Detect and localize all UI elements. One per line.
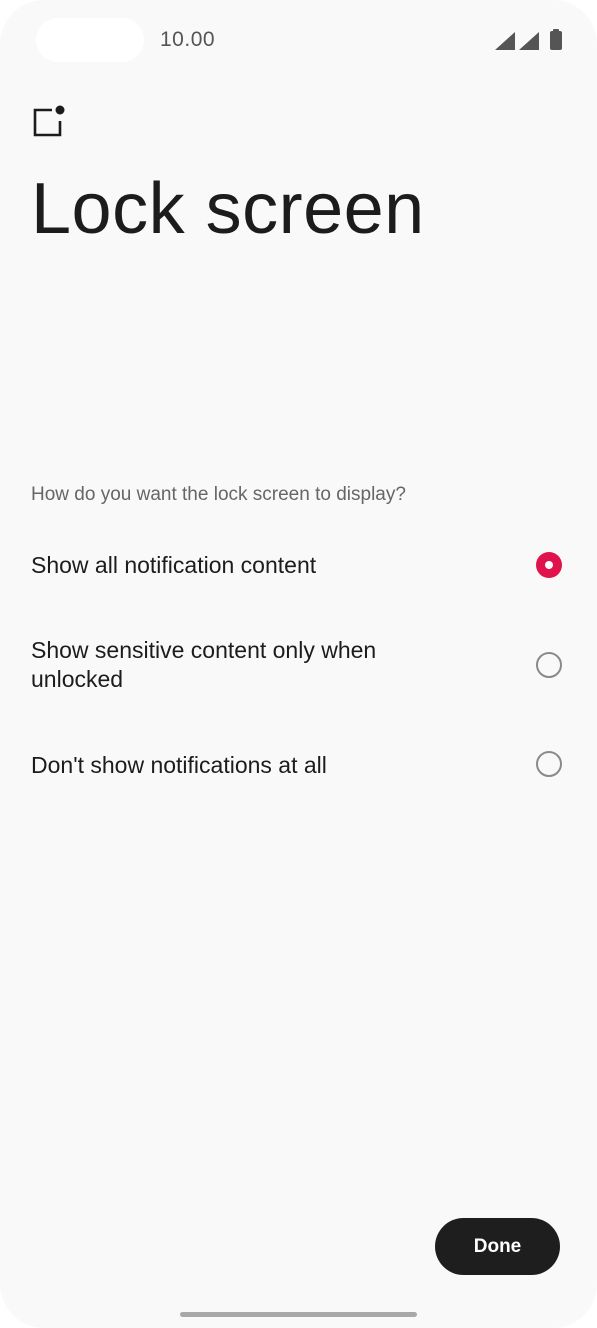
home-indicator[interactable] xyxy=(180,1312,417,1317)
option-dont-show-notifications[interactable]: Don't show notifications at all xyxy=(0,730,597,800)
option-label: Show sensitive content only when unlocke… xyxy=(31,637,377,692)
radio-button[interactable] xyxy=(536,751,562,777)
status-bar: 10.00 xyxy=(0,0,597,80)
phone-screen: 10.00 Lock screen How do you want the lo… xyxy=(0,0,597,1328)
camera-cutout xyxy=(36,18,144,62)
status-icons xyxy=(495,29,562,50)
radio-button[interactable] xyxy=(536,652,562,678)
display-prompt: How do you want the lock screen to displ… xyxy=(31,484,406,505)
option-show-sensitive-when-unlocked[interactable]: Show sensitive content only when unlocke… xyxy=(0,620,597,710)
done-button[interactable]: Done xyxy=(435,1218,560,1275)
radio-button-selected[interactable] xyxy=(536,552,562,578)
option-label: Don't show notifications at all xyxy=(31,752,327,778)
status-time: 10.00 xyxy=(160,28,216,51)
signal-icon xyxy=(519,32,539,50)
option-label: Show all notification content xyxy=(31,552,317,578)
battery-icon xyxy=(550,29,562,50)
page-title: Lock screen xyxy=(31,169,425,249)
lock-screen-notification-icon xyxy=(33,105,65,137)
option-show-all-content[interactable]: Show all notification content xyxy=(0,530,597,600)
signal-icon xyxy=(495,32,515,50)
